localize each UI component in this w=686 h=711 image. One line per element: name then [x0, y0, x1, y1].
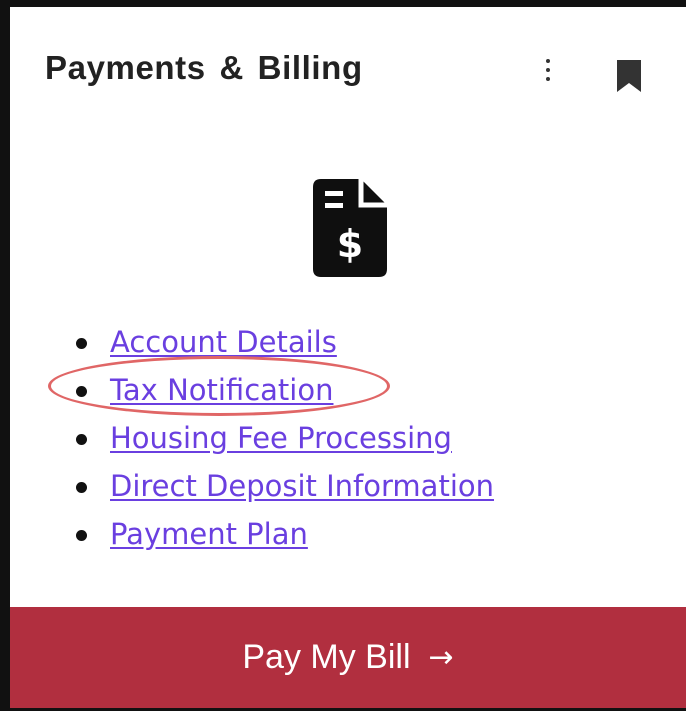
list-item-payment-plan: Payment Plan	[10, 510, 494, 558]
arrow-right-icon: →	[428, 640, 454, 675]
card-title: Payments & Billing	[45, 49, 363, 86]
pay-button-label: Pay My Bill	[242, 638, 411, 676]
list-item-account-details: Account Details	[10, 318, 494, 366]
list-item-housing-fee: Housing Fee Processing	[10, 414, 494, 462]
tax-notification-link[interactable]: Tax Notification	[110, 373, 333, 407]
payments-billing-card: Payments & Billing $ Account Details Tax…	[10, 7, 686, 708]
payment-links-list: Account Details Tax Notification Housing…	[10, 318, 494, 558]
bookmark-icon[interactable]	[617, 60, 641, 92]
list-item-direct-deposit: Direct Deposit Information	[10, 462, 494, 510]
housing-fee-processing-link[interactable]: Housing Fee Processing	[110, 421, 452, 455]
account-details-link[interactable]: Account Details	[110, 325, 337, 359]
direct-deposit-information-link[interactable]: Direct Deposit Information	[110, 469, 494, 503]
invoice-dollar-icon: $	[313, 179, 387, 277]
list-item-tax-notification: Tax Notification	[10, 366, 494, 414]
pay-my-bill-button[interactable]: Pay My Bill →	[10, 607, 686, 708]
svg-text:$: $	[337, 222, 363, 266]
kebab-menu-icon[interactable]	[538, 57, 558, 87]
payment-plan-link[interactable]: Payment Plan	[110, 517, 308, 551]
